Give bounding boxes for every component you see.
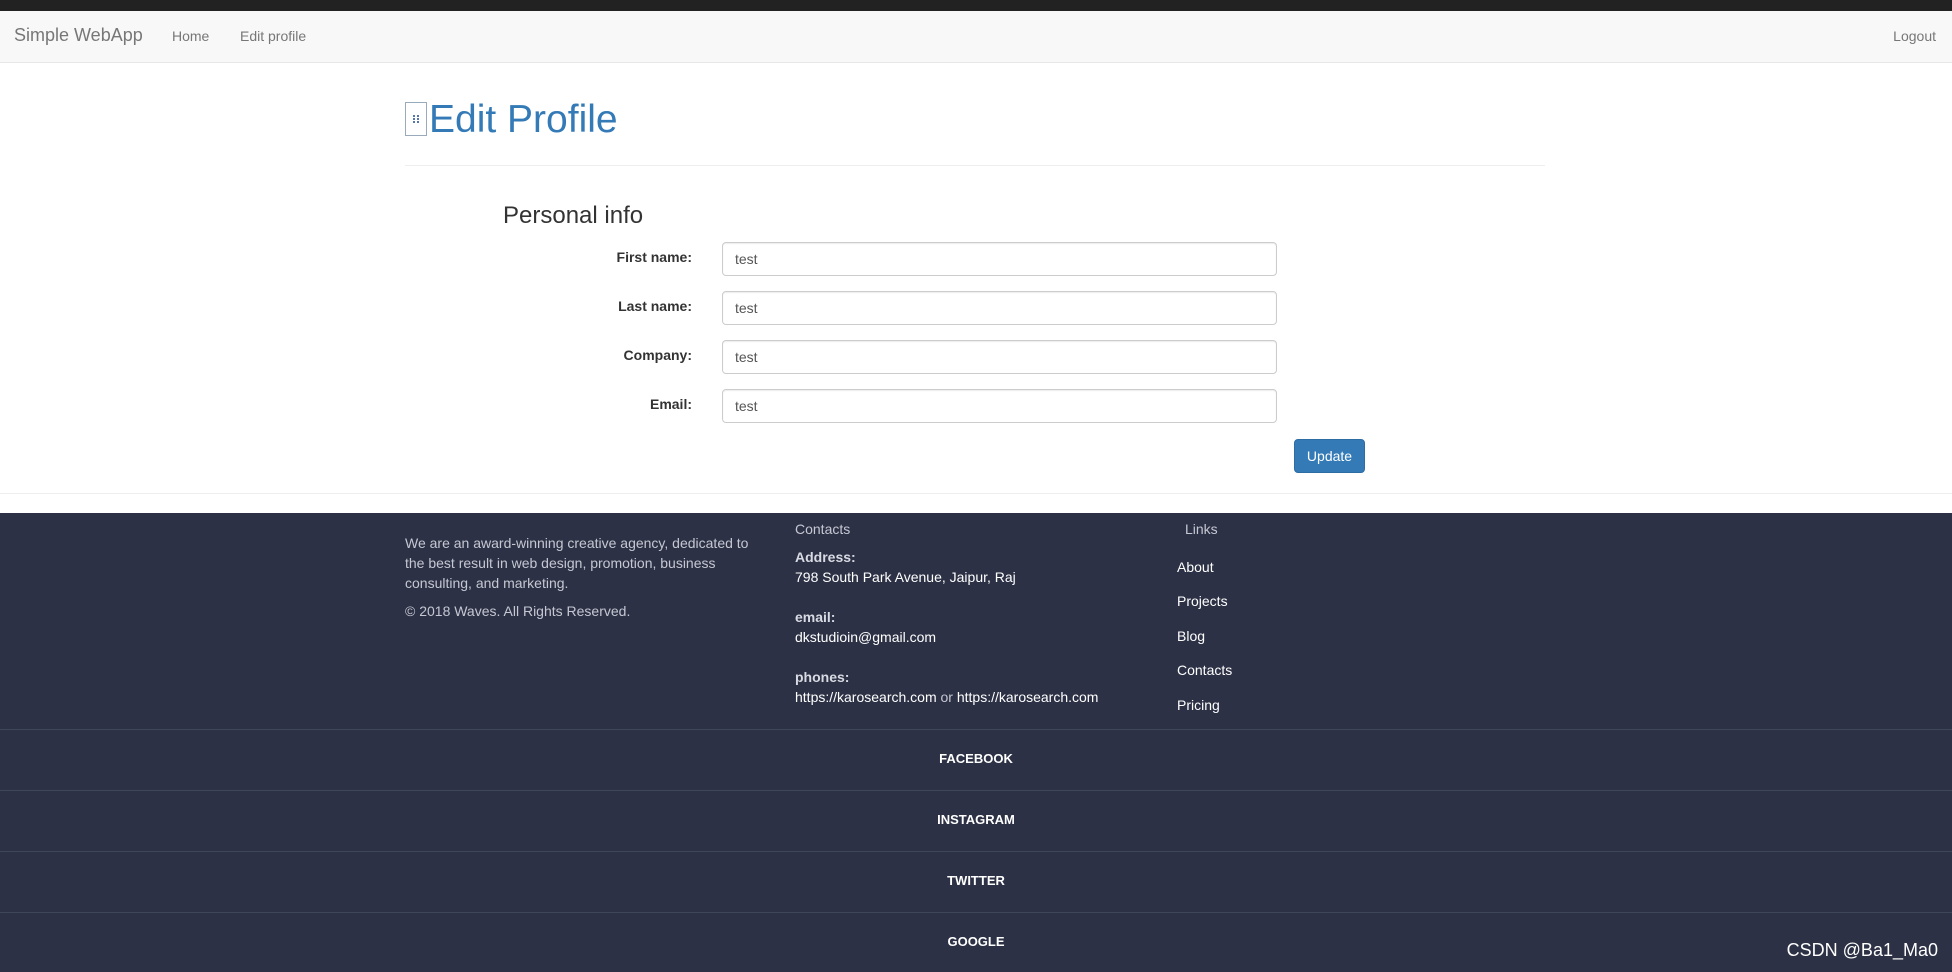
social-instagram-link[interactable]: INSTAGRAM [0,790,1952,851]
update-button[interactable]: Update [1294,439,1365,473]
footer: We are an award-winning creative agency,… [0,513,1952,972]
page-title: Edit Profile [429,98,618,141]
section-title: Personal info [503,202,644,229]
email-contact-label: email: [795,609,836,625]
company-input[interactable] [722,340,1277,374]
phones-or-text: or [940,689,953,705]
address-label: Address: [795,549,856,565]
footer-about-text: We are an award-winning creative agency,… [405,535,749,591]
social-twitter-link[interactable]: TWITTER [0,851,1952,912]
brand-link[interactable]: Simple WebApp [14,25,143,46]
phone-link-1[interactable]: https://karosearch.com [795,689,937,705]
footer-link-blog[interactable]: Blog [1177,628,1205,644]
social-google-link[interactable]: GOOGLE [0,912,1952,972]
links-heading: Links [1185,521,1218,537]
phones-label: phones: [795,669,850,685]
contacts-heading: Contacts [795,521,851,537]
last-name-label: Last name: [618,298,692,314]
logout-link[interactable]: Logout [1893,28,1936,44]
email-contact-link[interactable]: dkstudioin@gmail.com [795,629,936,645]
nav-home-link[interactable]: Home [172,28,209,44]
first-name-label: First name: [616,249,692,265]
content-divider [0,493,1952,494]
last-name-input[interactable] [722,291,1277,325]
browser-top-strip [0,0,1952,11]
page-header: Edit Profile [405,96,1545,166]
footer-link-projects[interactable]: Projects [1177,593,1228,609]
footer-link-pricing[interactable]: Pricing [1177,697,1220,713]
watermark: CSDN @Ba1_Ma0 [1786,940,1938,960]
footer-link-contacts[interactable]: Contacts [1177,662,1232,678]
phones-value: https://karosearch.com or https://karose… [795,689,1098,705]
navbar: Simple WebApp Home Edit profile Logout [0,11,1952,63]
footer-link-about[interactable]: About [1177,559,1214,575]
first-name-input[interactable] [722,242,1277,276]
phone-link-2[interactable]: https://karosearch.com [957,689,1099,705]
company-label: Company: [623,347,692,363]
address-value: 798 South Park Avenue, Jaipur, Raj [795,569,1016,585]
footer-copyright: © 2018 Waves. All Rights Reserved. [405,603,631,619]
social-facebook-link[interactable]: FACEBOOK [0,729,1952,790]
nav-edit-profile-link[interactable]: Edit profile [240,28,306,44]
email-label: Email: [649,396,692,412]
email-input[interactable] [722,389,1277,423]
broken-image-icon [405,102,427,136]
